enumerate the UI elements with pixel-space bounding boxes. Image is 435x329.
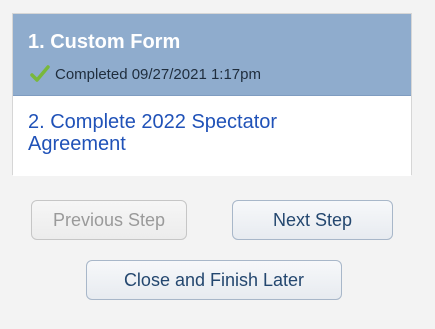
step-status: Completed 09/27/2021 1:17pm: [29, 63, 261, 85]
next-step-button[interactable]: Next Step: [232, 200, 393, 240]
step-item-custom-form[interactable]: 1. Custom Form Completed 09/27/2021 1:17…: [13, 14, 411, 96]
step-title: 1. Custom Form: [28, 31, 181, 53]
steps-panel: 1. Custom Form Completed 09/27/2021 1:17…: [12, 13, 412, 176]
previous-step-button[interactable]: Previous Step: [31, 200, 187, 240]
check-icon: [30, 65, 50, 82]
wizard-sidebar: 1. Custom Form Completed 09/27/2021 1:17…: [0, 0, 435, 329]
step-status-text: Completed 09/27/2021 1:17pm: [55, 65, 261, 83]
step-link[interactable]: 2. Complete 2022 Spectator Agreement: [28, 111, 358, 155]
step-item-spectator-agreement[interactable]: 2. Complete 2022 Spectator Agreement: [13, 96, 411, 176]
close-and-finish-later-button[interactable]: Close and Finish Later: [86, 260, 342, 300]
